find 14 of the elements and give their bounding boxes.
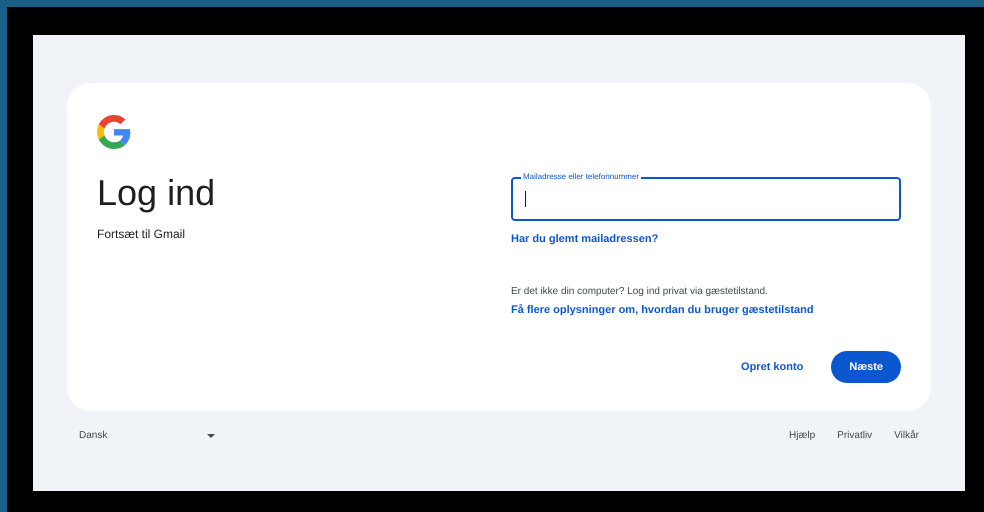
footer-link[interactable]: Vilkår	[894, 428, 919, 443]
create-account-button[interactable]: Opret konto	[727, 351, 818, 383]
forgot-email-link[interactable]: Har du glemt mailadressen?	[511, 231, 658, 248]
language-selector[interactable]: Dansk	[79, 428, 215, 443]
subtitle: Fortsæt til Gmail	[97, 226, 186, 243]
footer-link[interactable]: Privatliv	[837, 428, 872, 443]
text-cursor	[525, 191, 526, 207]
dropdown-caret-icon	[207, 434, 215, 438]
page-title: Log ind	[97, 171, 216, 215]
guest-mode-link[interactable]: Få flere oplysninger om, hvordan du bruger gæstetilstand	[511, 302, 814, 318]
next-button[interactable]: Næste	[831, 351, 901, 383]
google-logo-icon	[97, 115, 131, 149]
footer-link[interactable]: Hjælp	[789, 428, 816, 443]
guest-mode-note: Er det ikke din computer? Log ind privat via gæstetilstand.	[511, 284, 768, 298]
